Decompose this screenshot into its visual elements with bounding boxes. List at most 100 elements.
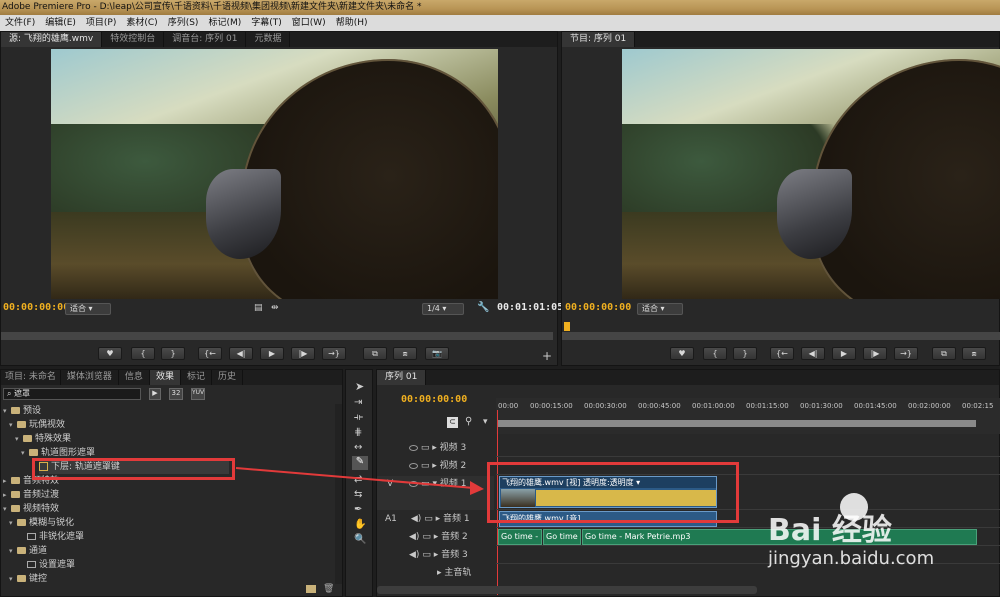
- program-timecode-in[interactable]: 00:00:00:00: [565, 302, 631, 313]
- add-button-icon[interactable]: +: [542, 349, 552, 363]
- expand-arrow-icon[interactable]: ▸: [436, 514, 441, 524]
- tab-markers[interactable]: 标记: [181, 370, 212, 385]
- track-header-audio-1[interactable]: A1 ◀) ▭ ▸ 音频 1: [377, 511, 494, 528]
- tree-item-set-matte[interactable]: 设置遮罩: [27, 558, 75, 572]
- source-timecode-in[interactable]: 00:00:00:00: [3, 302, 69, 313]
- step-forward-button[interactable]: |▶: [291, 347, 315, 360]
- selection-tool-icon[interactable]: ➤: [355, 380, 364, 393]
- snap-icon[interactable]: ⊂: [447, 417, 458, 428]
- overwrite-button[interactable]: ⧈: [393, 347, 417, 360]
- 32bit-effects-badge[interactable]: 32: [169, 388, 183, 400]
- tree-item-channel[interactable]: ▾ 通道: [9, 544, 47, 558]
- tab-sequence-01[interactable]: 序列 01: [377, 370, 427, 385]
- speaker-icon[interactable]: ◀): [409, 550, 419, 560]
- program-mark-out-button[interactable]: }: [733, 347, 757, 360]
- expand-arrow-icon[interactable]: ▸: [434, 550, 439, 560]
- timeline-ruler[interactable]: 00:00 00:00:15:00 00:00:30:00 00:00:45:0…: [496, 398, 1000, 434]
- go-to-in-button[interactable]: {←: [198, 347, 222, 360]
- zoom-tool-icon[interactable]: 🔍: [354, 534, 366, 545]
- tree-item-keying[interactable]: ▾ 键控: [9, 572, 47, 584]
- program-video-frame[interactable]: [622, 49, 1000, 299]
- track-header-video-3[interactable]: ▭ ▸ 视频 3: [377, 440, 494, 457]
- program-go-to-in-button[interactable]: {←: [770, 347, 794, 360]
- menu-project[interactable]: 项目(P): [81, 15, 121, 31]
- tree-item-blur-sharpen[interactable]: ▾ 模糊与锐化: [9, 516, 74, 530]
- menu-clip[interactable]: 素材(C): [121, 15, 162, 31]
- insert-button[interactable]: ⧉: [363, 347, 387, 360]
- add-marker-button[interactable]: ♥: [98, 347, 122, 360]
- track-select-tool-icon[interactable]: ⇥: [354, 397, 362, 408]
- step-back-button[interactable]: ◀|: [229, 347, 253, 360]
- tab-audio-mixer[interactable]: 调音台: 序列 01: [164, 32, 247, 47]
- delete-icon[interactable]: 🗑: [323, 584, 334, 594]
- program-fit-dropdown[interactable]: 适合 ▾: [637, 303, 683, 315]
- lock-icon[interactable]: ▭: [422, 550, 431, 560]
- menu-sequence[interactable]: 序列(S): [163, 15, 204, 31]
- tree-item-toy-effects[interactable]: ▾ 玩偶视效: [9, 418, 65, 432]
- tree-item-special-effects[interactable]: ▾ 特殊效果: [15, 432, 71, 446]
- source-video-frame[interactable]: [51, 49, 498, 299]
- marker-icon[interactable]: ▾: [483, 417, 488, 427]
- source-resolution-dropdown[interactable]: 1/4 ▾: [422, 303, 464, 315]
- go-to-out-button[interactable]: →}: [322, 347, 346, 360]
- new-bin-icon[interactable]: [306, 585, 316, 593]
- expand-arrow-icon[interactable]: ▸: [434, 532, 439, 542]
- rate-stretch-tool-icon[interactable]: ↔: [354, 442, 362, 453]
- mark-out-button[interactable]: }: [161, 347, 185, 360]
- tab-program[interactable]: 节目: 序列 01: [562, 32, 636, 47]
- menu-window[interactable]: 窗口(W): [287, 15, 331, 31]
- mark-in-button[interactable]: {: [131, 347, 155, 360]
- rolling-edit-tool-icon[interactable]: ⋕: [354, 427, 362, 438]
- lift-button[interactable]: ⧉: [932, 347, 956, 360]
- speaker-icon[interactable]: ◀): [409, 532, 419, 542]
- timeline-scrollbar[interactable]: [377, 586, 757, 594]
- lock-icon[interactable]: ▭: [424, 514, 433, 524]
- tab-source[interactable]: 源: 飞翔的雄鹰.wmv: [1, 32, 103, 47]
- menu-title[interactable]: 字幕(T): [246, 15, 287, 31]
- expand-arrow-icon[interactable]: ▸: [432, 443, 437, 453]
- yuv-effects-badge[interactable]: YUV: [191, 388, 205, 400]
- tab-effects[interactable]: 效果: [149, 370, 181, 385]
- track-header-master[interactable]: ▸ 主音轨: [377, 565, 494, 582]
- menu-help[interactable]: 帮助(H): [331, 15, 373, 31]
- program-mark-in-button[interactable]: {: [703, 347, 727, 360]
- program-scrub-bar[interactable]: [562, 332, 1000, 340]
- tab-history[interactable]: 历史: [212, 370, 243, 385]
- menu-edit[interactable]: 编辑(E): [40, 15, 81, 31]
- link-icon[interactable]: ⚲: [465, 416, 472, 427]
- program-playhead-marker[interactable]: [564, 322, 570, 331]
- lock-icon[interactable]: ▭: [422, 532, 431, 542]
- tree-item-unsharp-mask[interactable]: 非锐化遮罩: [27, 530, 84, 544]
- expand-arrow-icon[interactable]: ▸: [437, 568, 442, 578]
- source-fit-dropdown[interactable]: 适合 ▾: [65, 303, 111, 315]
- source-output-icon[interactable]: ⇹: [271, 303, 279, 313]
- track-header-audio-3[interactable]: ◀) ▭ ▸ 音频 3: [377, 547, 494, 564]
- play-button[interactable]: ▶: [260, 347, 284, 360]
- program-go-to-out-button[interactable]: →}: [894, 347, 918, 360]
- tab-media-browser[interactable]: 媒体浏览器: [61, 370, 119, 385]
- menu-marker[interactable]: 标记(M): [203, 15, 246, 31]
- extract-button[interactable]: ⧈: [962, 347, 986, 360]
- track-header-audio-2[interactable]: ◀) ▭ ▸ 音频 2: [377, 529, 494, 546]
- eye-icon[interactable]: [409, 444, 418, 451]
- menu-file[interactable]: 文件(F): [0, 15, 40, 31]
- tab-effect-controls[interactable]: 特效控制台: [102, 32, 165, 47]
- tab-project[interactable]: 项目: 未命名: [1, 370, 61, 385]
- speaker-icon[interactable]: ◀): [411, 514, 421, 524]
- source-scrub-bar[interactable]: [1, 332, 553, 340]
- timeline-timecode[interactable]: 00:00:00:00: [401, 394, 467, 405]
- source-settings-icon[interactable]: 🔧: [477, 302, 489, 313]
- program-add-marker-button[interactable]: ♥: [670, 347, 694, 360]
- effects-search-input[interactable]: ⌕ 遮罩: [3, 388, 141, 400]
- pen-tool-icon[interactable]: ✒: [354, 504, 362, 515]
- program-step-back-button[interactable]: ◀|: [801, 347, 825, 360]
- tab-metadata[interactable]: 元数据: [246, 32, 291, 47]
- lock-icon[interactable]: ▭: [421, 443, 430, 453]
- audio-2-clip-b[interactable]: Go time -: [543, 529, 581, 545]
- tree-item-video-effects[interactable]: ▾ 视频特效: [3, 502, 59, 516]
- audio-2-clip-a[interactable]: Go time - M: [498, 529, 542, 545]
- export-frame-button[interactable]: 📷: [425, 347, 449, 360]
- source-safe-margin-icon[interactable]: ▤: [254, 303, 263, 313]
- hand-tool-icon[interactable]: ✋: [354, 519, 366, 530]
- tree-item-audio-transitions[interactable]: ▸ 音频过渡: [3, 488, 59, 502]
